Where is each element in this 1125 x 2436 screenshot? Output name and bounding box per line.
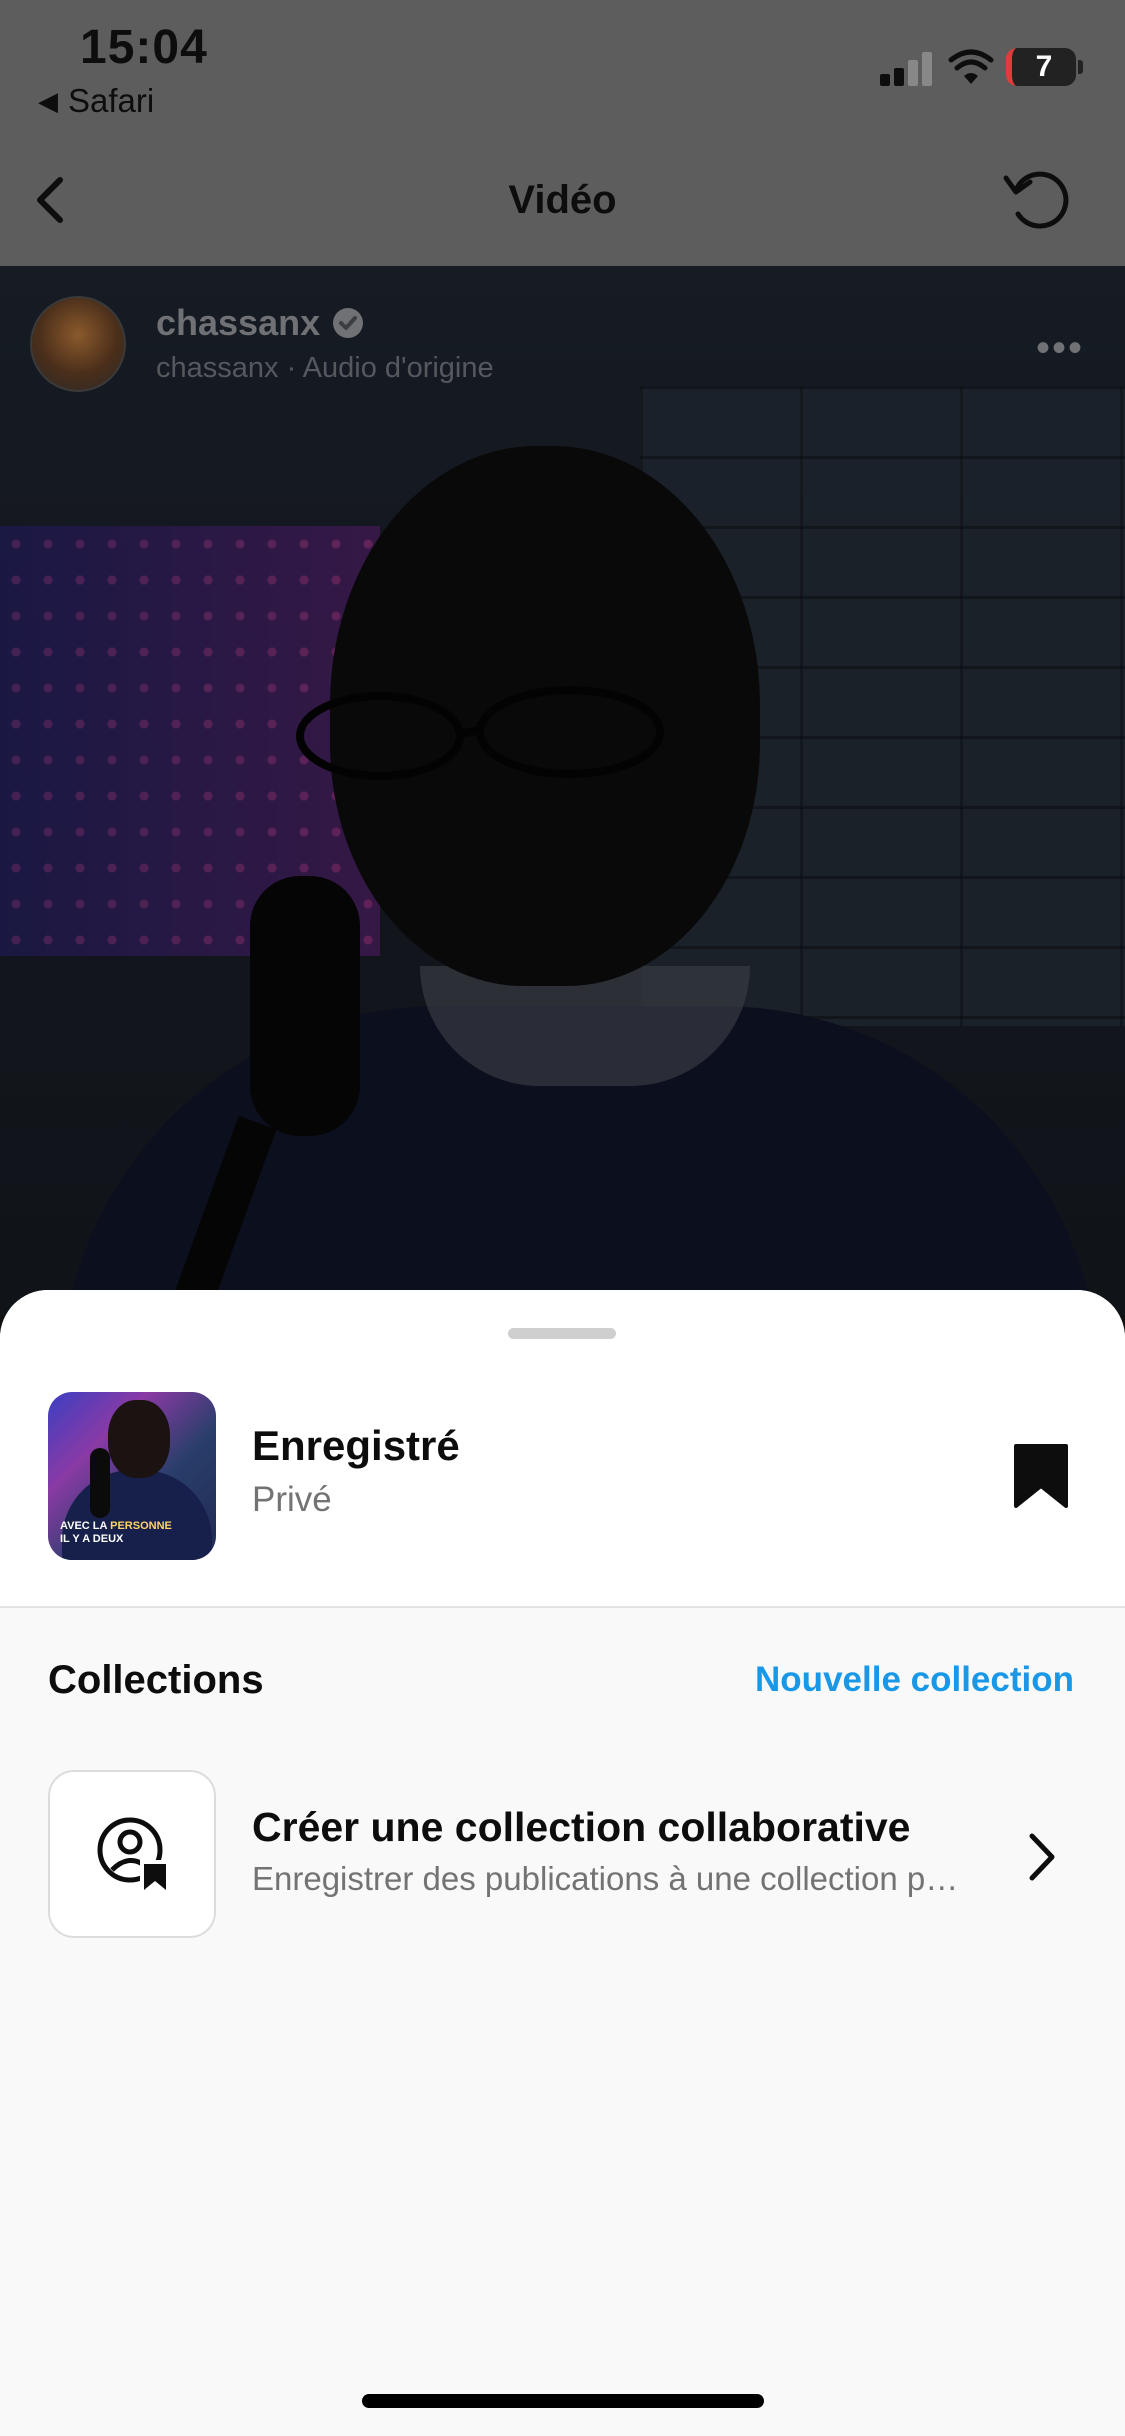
thumbnail-caption-a: AVEC LA xyxy=(60,1520,111,1532)
screen: 15:04 ◀ Safari 7 Vidéo chassanx chassanx… xyxy=(0,0,1125,2436)
thumbnail-caption: AVEC LA PERSONNE IL Y A DEUX xyxy=(60,1520,172,1546)
status-bar: 15:04 ◀ Safari 7 xyxy=(0,0,1125,130)
new-collection-link[interactable]: Nouvelle collection xyxy=(755,1660,1074,1700)
video-player[interactable]: chassanx chassanx · Audio d'origine ••• xyxy=(0,266,1125,1316)
thumbnail-person-head xyxy=(108,1400,170,1478)
collaborative-collection-icon xyxy=(97,1817,170,1892)
saved-section: AVEC LA PERSONNE IL Y A DEUX Enregistré … xyxy=(0,1290,1125,1608)
thumbnail-person-body xyxy=(62,1470,212,1560)
collab-title: Créer une collection collaborative xyxy=(252,1804,911,1850)
thumbnail-microphone xyxy=(90,1448,110,1518)
status-time: 15:04 xyxy=(80,21,208,74)
author-username[interactable]: chassanx xyxy=(156,302,364,344)
cellular-signal-icon xyxy=(880,52,934,86)
chevron-right-icon xyxy=(1029,1833,1055,1881)
save-bottom-sheet: AVEC LA PERSONNE IL Y A DEUX Enregistré … xyxy=(0,1290,1125,2436)
saved-privacy-label: Privé xyxy=(252,1480,332,1519)
video-dim-overlay xyxy=(0,266,1125,1316)
nav-bar: Vidéo xyxy=(0,130,1125,266)
post-author-row: chassanx chassanx · Audio d'origine ••• xyxy=(30,296,1110,396)
page-title: Vidéo xyxy=(508,178,617,222)
author-audio-subtitle[interactable]: chassanx · Audio d'origine xyxy=(156,352,494,385)
back-app-label: Safari xyxy=(68,82,155,119)
battery-tip xyxy=(1078,60,1083,74)
home-indicator[interactable] xyxy=(362,2394,764,2408)
refresh-icon[interactable] xyxy=(1000,160,1078,238)
saved-title: Enregistré xyxy=(252,1422,460,1469)
author-username-text: chassanx xyxy=(156,302,321,343)
battery-indicator: 7 xyxy=(1006,48,1076,86)
collections-heading: Collections xyxy=(48,1658,264,1702)
thumbnail-caption-line2: IL Y A DEUX xyxy=(60,1533,124,1545)
saved-post-thumbnail[interactable]: AVEC LA PERSONNE IL Y A DEUX xyxy=(48,1392,216,1560)
collab-icon-container xyxy=(48,1770,216,1938)
sheet-grabber-handle[interactable] xyxy=(508,1328,616,1339)
battery-level: 7 xyxy=(1035,50,1053,83)
wifi-icon xyxy=(948,49,994,84)
collab-subtitle: Enregistrer des publications à une colle… xyxy=(252,1860,972,1897)
triangle-left-icon: ◀ xyxy=(38,85,58,116)
thumbnail-caption-highlight: PERSONNE xyxy=(110,1520,172,1532)
verified-badge-icon xyxy=(333,308,364,338)
bookmark-filled-icon[interactable] xyxy=(1012,1442,1070,1510)
more-horizontal-icon[interactable]: ••• xyxy=(1036,326,1084,371)
back-to-safari-link[interactable]: ◀ Safari xyxy=(38,82,154,120)
avatar[interactable] xyxy=(30,296,126,392)
create-collaborative-collection-row[interactable]: Créer une collection collaborative Enreg… xyxy=(0,1756,1125,1938)
